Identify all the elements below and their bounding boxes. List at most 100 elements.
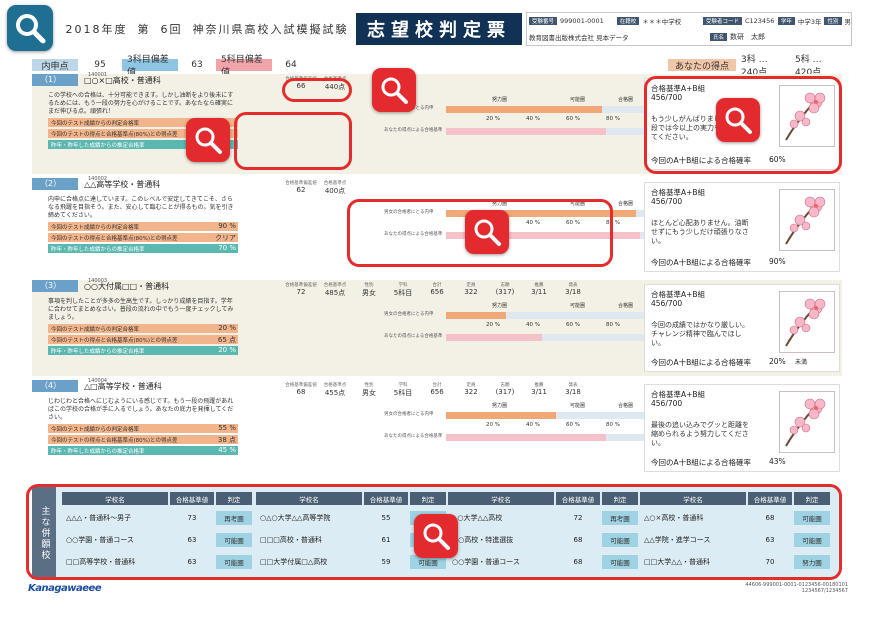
stat-v3: 男女 (362, 389, 376, 397)
stat-v2: 440点 (324, 83, 346, 91)
stat-v2: 485点 (324, 289, 346, 297)
other-school-name: □□大学付属□△高校 (260, 558, 328, 566)
other-school-dev: 72 (573, 514, 583, 522)
rate-label: 今回のテストの得点と合格基準点(80%)との得点差 (51, 235, 178, 242)
header-dev: 合格基準値 (748, 492, 792, 505)
rate-label: 今回のテスト成績からの判定合格率 (51, 120, 140, 127)
stat-row: 合格基準偏差値 68 合格基準点 455点 性別 男女 学科 5科目 合計 656 定員 322 志願(… (284, 382, 590, 398)
magnifier-icon-2[interactable] (186, 118, 230, 162)
zone-possible: 可能圏 (570, 97, 586, 103)
bar-fill-a (446, 312, 506, 319)
rate-row: 昨年・昨年した成績からの推定合格率 20 % (48, 346, 238, 355)
grade-tag: 学年 (777, 17, 795, 25)
other-school-name: □□高等学校・普通科 (66, 558, 136, 566)
exam-name: 神奈川県高校入試模擬試験 (192, 23, 349, 36)
footer-code-2: 1234567/1234567 (801, 588, 848, 594)
school-code: 140001 (88, 72, 108, 78)
magnifier-icon-4[interactable] (465, 210, 509, 254)
zone-pass: 合格圏 (618, 303, 634, 309)
candidate-score: 456/700 (651, 299, 683, 308)
dev3-label: 3科目偏差値 (122, 55, 178, 78)
judgement-bars: 努力圏可能圏合格圏男女の合格者にとる内申20 %40 %60 %80 %あなたの… (384, 96, 646, 148)
magnifier-icon-3[interactable] (716, 98, 760, 142)
stat-v7: (317) (495, 388, 515, 396)
other-school-dev: 61 (381, 536, 391, 544)
pct-40: 40 % (526, 422, 540, 428)
other-school-dev: 63 (187, 558, 197, 566)
dev5-value: 64 (285, 60, 297, 70)
rate-row: 今回のテスト成績からの判定合格率 20 % (48, 324, 238, 333)
advice-text: 内申に合格点に達しています。このレベルで安定してきてこそ、さらなる飛躍を目指そう… (48, 196, 234, 219)
other-school-name: □□大学△△・普通科 (644, 558, 710, 566)
other-school-dev: 68 (573, 536, 583, 544)
bar-fill-a (446, 412, 556, 419)
bar-label-b: あなたの得点による合格基準 (384, 334, 443, 339)
candidate-panel: 合格基準A+B組 456/700 今回の成績ではかなり厳しい。チャレンジ精神で臨んで… (644, 284, 840, 372)
rate-label: 今回のテストの得点と合格基準点(80%)との得点差 (51, 337, 178, 344)
rate-row: 昨年・昨年した成績からの推定合格率 70 % (48, 244, 238, 253)
school-value: ＊＊＊中学校 (642, 18, 682, 26)
rate-label: 昨年・昨年した成績からの推定合格率 (51, 448, 145, 455)
stat-v9: 3/18 (565, 388, 581, 396)
other-school-dev: 68 (573, 558, 583, 566)
rate-row: 今回のテストの得点と合格基準点(80%)との得点差 38 点 (48, 435, 238, 444)
stat-v8: 3/11 (531, 388, 547, 396)
stat-v1: 62 (296, 186, 306, 194)
stat-v1: 72 (296, 288, 306, 296)
code-tag: 受験者コード (702, 17, 742, 25)
footer-brand: Kanagawaeee (28, 583, 102, 594)
magnifier-icon-1[interactable] (372, 68, 416, 112)
id-value: 999001-0001 (560, 17, 604, 25)
candidate-prob-label: 今回のA十B組による合格確率 (651, 458, 752, 467)
bar-label-a: 男女の合格者にとる内申 (384, 312, 434, 317)
pct-20: 20 % (486, 422, 500, 428)
exam-round-no: 6回 (160, 23, 183, 36)
other-school-name: △○×高校・普通科 (644, 514, 704, 522)
sakura-illustration (779, 391, 835, 453)
candidate-score: 456/700 (651, 93, 683, 102)
rate-value: クリア (215, 234, 236, 242)
rate-label: 今回のテストの得点と合格基準点(80%)との得点差 (51, 131, 178, 138)
bar-label-b: あなたの得点による合格基準 (384, 128, 443, 133)
candidate-prob-label: 今回のA十B組による合格確率 (651, 258, 752, 267)
judgement-bars: 努力圏可能圏合格圏男女の合格者にとる内申20 %40 %60 %80 %あなたの… (384, 303, 646, 354)
advice-text: この学校への合格は、十分可能できます。しかし油断をより後未にするためには、もう一… (48, 92, 234, 115)
exam-round-label: 第 (137, 23, 151, 36)
rate-row: 昨年・昨年した成績からの推定合格率 45 % (48, 446, 238, 455)
rate-row: 今回のテスト成績からの判定合格率 90 % (48, 222, 238, 231)
bar-fill-b (446, 434, 606, 441)
stat-row: 合格基準偏差値 62 合格基準点 400点 (284, 180, 352, 196)
sakura-illustration (779, 189, 835, 251)
other-school-name: □□□高校・普通科 (260, 536, 322, 544)
stat-row: 合格基準偏差値 72 合格基準点 485点 性別 男女 学科 5科目 合計 656 定員 322 志願(… (284, 282, 590, 298)
stat-v8: 3/11 (531, 288, 547, 296)
stat-v3: 男女 (362, 289, 376, 297)
mine-5: 5科 … 420点 (795, 55, 822, 78)
pct-80: 80 % (606, 422, 620, 428)
other-schools-label: 主な併願校 (32, 487, 56, 579)
other-school-judge: 可能圏 (602, 555, 638, 569)
logo-magnifier-icon[interactable] (7, 5, 53, 51)
school-code: 140004 (88, 378, 108, 384)
other-school-judge: 再考圏 (216, 511, 252, 525)
stat-v1: 68 (296, 388, 306, 396)
bar-label-b: あなたの得点による合格基準 (384, 434, 443, 439)
bar-track-b (446, 334, 646, 341)
candidate-message: 今回の成績ではかなり厳しい。チャレンジ精神で臨んでほしい。 (651, 321, 749, 347)
naishin-label: 内申点 (32, 59, 78, 72)
pct-80: 80 % (606, 220, 620, 226)
school-section: （2） △△高等学校・普通科 140002 内申に合格点に達しています。このレベルで安… (32, 176, 842, 276)
other-school-dev: 59 (381, 558, 391, 566)
naishin-value: 95 (94, 60, 106, 70)
other-school-dev: 55 (381, 514, 391, 522)
header-judge: 判定 (410, 492, 446, 505)
judgement-bars: 努力圏可能圏合格圏男女の合格者にとる内申20 %40 %60 %80 %あなたの… (384, 200, 646, 252)
school-section: （3） ○○大付属□□・普通科 140003 事項を判したことが多多の生高生です。しっ… (32, 278, 842, 376)
candidate-prob-label: 今回のA十B組による合格確率 (651, 358, 752, 367)
pct-60: 60 % (566, 422, 580, 428)
zone-labels: 努力圏 可能圏 合格圏 (446, 200, 646, 208)
zone-labels: 努力圏 可能圏 合格圏 (446, 96, 646, 104)
sakura-illustration (779, 85, 835, 147)
magnifier-icon-5[interactable] (414, 514, 458, 558)
stat-v6: 322 (464, 388, 478, 396)
